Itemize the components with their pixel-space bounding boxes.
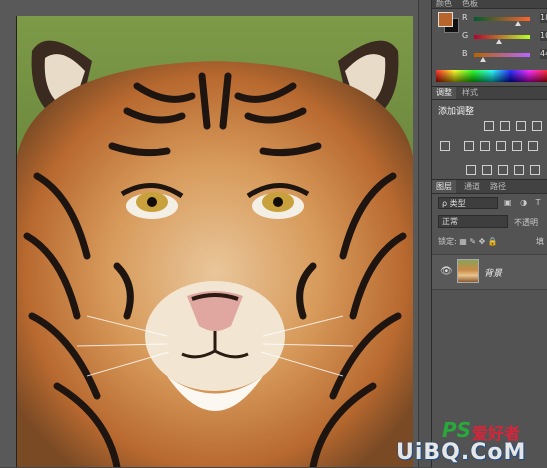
color-panel: 颜色 色板 R 18 G 10 B 44	[432, 0, 547, 86]
levels-icon[interactable]	[500, 121, 510, 131]
slider-green-thumb[interactable]	[496, 39, 502, 44]
exposure-icon[interactable]	[532, 121, 542, 131]
selective-color-icon[interactable]	[530, 165, 540, 175]
vertical-scrollbar[interactable]	[418, 0, 432, 467]
panels-column: 颜色 色板 R 18 G 10 B 44 调整 样式 添加调整	[431, 0, 547, 468]
threshold-icon[interactable]	[498, 165, 508, 175]
color-panel-tabs: 颜色 色板	[432, 0, 547, 9]
blend-mode-select[interactable]: 正常	[438, 215, 508, 228]
posterize-icon[interactable]	[482, 165, 492, 175]
channel-mixer-icon[interactable]	[440, 141, 450, 151]
add-adjustment-title: 添加调整	[438, 107, 475, 117]
slider-green[interactable]: G 10	[462, 31, 547, 44]
tiger-face-image	[17, 16, 413, 467]
layer-filter-select[interactable]: ρ 类型	[438, 197, 498, 209]
curves-icon[interactable]	[516, 121, 526, 131]
bw-icon[interactable]	[512, 141, 522, 151]
foreground-color-swatch[interactable]	[438, 12, 453, 27]
invert-icon[interactable]	[466, 165, 476, 175]
hue-icon[interactable]	[480, 141, 490, 151]
eye-visibility-icon[interactable]: 👁	[440, 266, 453, 277]
lock-row: 锁定: ▦ ✎ ✥ 🔒	[438, 236, 498, 247]
tab-channels[interactable]: 通道	[460, 180, 484, 193]
color-balance-icon[interactable]	[496, 141, 506, 151]
lock-label: 锁定:	[438, 237, 457, 246]
slider-red-track[interactable]	[474, 17, 530, 21]
layer-name[interactable]: 背景	[484, 266, 502, 279]
layers-tabs: 图层 通道 路径	[432, 180, 547, 194]
slider-red[interactable]: R 18	[462, 13, 547, 26]
watermark-url: UiBQ.CoM	[396, 440, 527, 465]
slider-red-value[interactable]: 18	[540, 13, 547, 23]
adjustments-panel: 调整 样式 添加调整	[432, 86, 547, 180]
tab-swatches[interactable]: 色板	[462, 0, 478, 9]
document-canvas-area	[0, 0, 432, 467]
tab-paths[interactable]: 路径	[486, 180, 510, 193]
vibrance-icon[interactable]	[464, 141, 474, 151]
watermark-ps: PS	[442, 418, 472, 442]
layer-thumbnail	[457, 259, 479, 283]
color-spectrum-ramp[interactable]	[436, 70, 547, 82]
document-image-tiger[interactable]	[16, 16, 413, 467]
adjustments-tabs: 调整 样式	[432, 87, 547, 100]
slider-green-value[interactable]: 10	[540, 31, 547, 41]
photo-filter-icon[interactable]	[528, 141, 538, 151]
slider-red-thumb[interactable]	[515, 21, 521, 26]
gradient-map-icon[interactable]	[514, 165, 524, 175]
slider-green-label: G	[462, 31, 469, 40]
slider-green-track[interactable]	[474, 35, 530, 39]
slider-blue-value[interactable]: 44	[540, 49, 547, 59]
tab-color[interactable]: 颜色	[436, 0, 452, 9]
tab-adjustments[interactable]: 调整	[432, 87, 456, 99]
slider-red-label: R	[462, 13, 468, 22]
lock-icons[interactable]: ▦ ✎ ✥ 🔒	[459, 237, 498, 246]
layer-row-background[interactable]: 👁 背景	[432, 254, 547, 290]
fill-label: 填	[536, 237, 544, 246]
slider-blue[interactable]: B 44	[462, 49, 547, 62]
opacity-label: 不透明	[514, 218, 538, 227]
layer-filter-icons[interactable]: ▣ ◑ T	[504, 198, 544, 207]
slider-blue-thumb[interactable]	[480, 57, 486, 62]
tab-styles[interactable]: 样式	[458, 87, 482, 99]
brightness-icon[interactable]	[484, 121, 494, 131]
slider-blue-label: B	[462, 49, 468, 58]
tab-layers[interactable]: 图层	[432, 180, 456, 193]
watermark-logo: PS 爱好者 UiBQ.CoM	[394, 418, 547, 467]
